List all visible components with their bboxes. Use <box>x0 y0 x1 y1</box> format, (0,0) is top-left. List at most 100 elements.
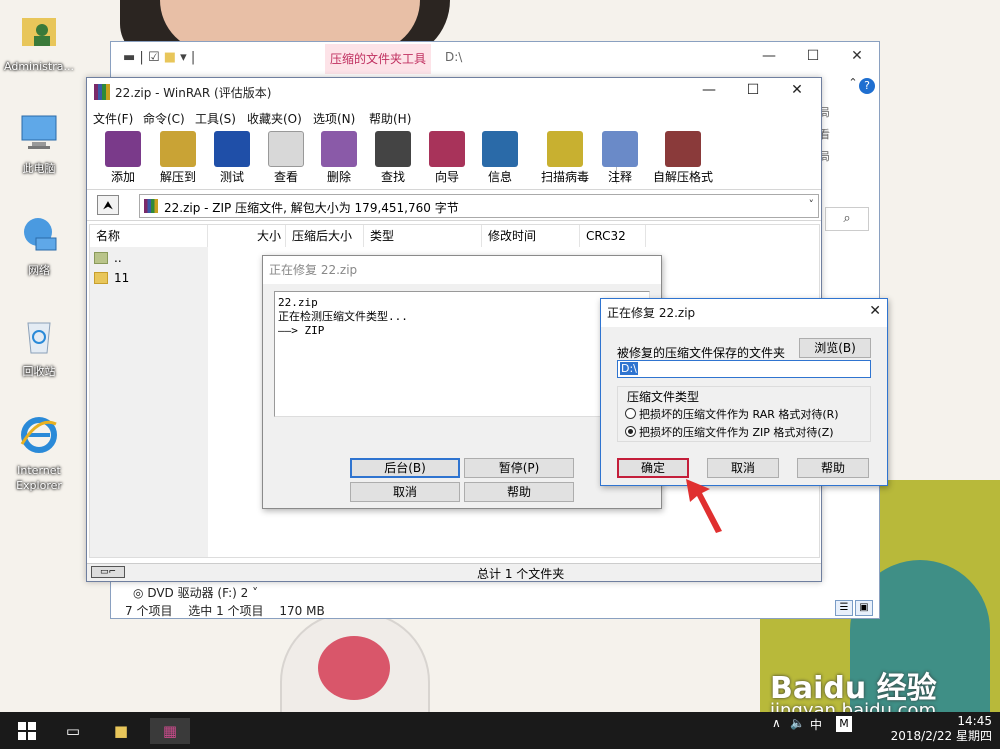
winrar-title: 22.zip - WinRAR (评估版本) <box>115 86 272 100</box>
tab-compressed-folder-tools[interactable]: 压缩的文件夹工具 <box>325 44 431 74</box>
ok-button[interactable]: 确定 <box>617 458 689 478</box>
user-folder-icon <box>22 18 56 46</box>
toolbar-sfx-button[interactable]: 自解压格式 <box>647 131 719 184</box>
repair-help-button[interactable]: 帮助 <box>797 458 869 478</box>
toolbar-comment-button[interactable]: 注释 <box>592 131 648 184</box>
red-arrow-annotation <box>686 479 722 533</box>
winrar-status-bar: ▭⌐ 总计 1 个文件夹 <box>87 563 821 581</box>
column-header-crc32[interactable]: CRC32 <box>580 225 646 247</box>
help-button[interactable]: 帮助 <box>464 482 574 502</box>
tray-up-chevron-icon[interactable]: ∧ <box>772 716 781 730</box>
minimize-button[interactable]: — <box>759 48 779 64</box>
delete-icon <box>321 131 357 167</box>
archive-icon <box>144 199 158 213</box>
desktop-icon-internet-explorer[interactable]: Internet Explorer <box>0 414 78 493</box>
toolbar-view-button[interactable]: 查看 <box>258 131 314 184</box>
list-item[interactable]: 11 <box>94 271 129 285</box>
winrar-toolbar: 添加 解压到 测试 查看 删除 查找 向导 信息 扫描病毒 注释 自解压格式 <box>87 128 821 190</box>
list-item[interactable]: .. <box>94 251 122 265</box>
winrar-icon: ▦ <box>162 722 178 740</box>
folder-icon: ■ <box>113 722 129 740</box>
winrar-minimize-button[interactable]: — <box>699 82 719 98</box>
toolbar-delete-button[interactable]: 删除 <box>311 131 367 184</box>
task-view-icon: ▭ <box>65 722 81 740</box>
properties-icon: ☑ <box>147 50 160 65</box>
volume-icon[interactable]: 🔈 <box>790 716 805 730</box>
destination-folder-input[interactable]: D:\ <box>617 360 871 378</box>
pause-button[interactable]: 暂停(P) <box>464 458 574 478</box>
toolbar-find-button[interactable]: 查找 <box>365 131 421 184</box>
winrar-maximize-button[interactable]: ☐ <box>743 82 763 98</box>
menu-favorites[interactable]: 收藏夹(O) <box>247 110 302 127</box>
browse-button[interactable]: 浏览(B) <box>799 338 871 358</box>
file-list-body: .. 11 <box>90 247 208 557</box>
toolbar-info-button[interactable]: 信息 <box>472 131 528 184</box>
sfx-icon <box>665 131 701 167</box>
comment-icon <box>602 131 638 167</box>
taskbar-file-explorer[interactable]: ■ <box>108 718 134 744</box>
explorer-titlebar: ▬ | ☑ ■ ▾ | 压缩的文件夹工具 D:\ — ☐ ✕ <box>111 42 879 74</box>
column-header-type[interactable]: 类型 <box>364 225 482 247</box>
archive-type-group-title: 压缩文件类型 <box>625 388 702 405</box>
desktop-icon-administrator[interactable]: Administra... <box>0 10 78 74</box>
menu-tools[interactable]: 工具(S) <box>195 110 236 127</box>
network-icon <box>24 218 57 251</box>
column-header-modified[interactable]: 修改时间 <box>482 225 580 247</box>
extract-icon <box>160 131 196 167</box>
winrar-titlebar: 22.zip - WinRAR (评估版本) — ☐ ✕ <box>87 78 821 106</box>
virus-scan-icon <box>547 131 583 167</box>
desktop-icon-recycle-bin[interactable]: 回收站 <box>0 315 78 379</box>
dvd-icon: ◎ <box>133 586 144 600</box>
toolbar-virus-scan-button[interactable]: 扫描病毒 <box>535 131 595 184</box>
chevron-down-icon[interactable]: ˅ <box>809 198 815 211</box>
large-icons-view-icon[interactable]: ▣ <box>855 600 873 616</box>
help-icon[interactable]: ? <box>859 78 875 94</box>
column-header-packed-size[interactable]: 压缩后大小 <box>286 225 364 247</box>
winrar-close-button[interactable]: ✕ <box>787 82 807 98</box>
system-clock[interactable]: 14:45 2018/2/22 星期四 <box>891 714 992 744</box>
ime-indicator[interactable]: 中 <box>810 716 822 733</box>
ime-mode-indicator[interactable]: M <box>836 716 852 732</box>
wallpaper-badge-logo <box>318 636 390 700</box>
desktop-icon-this-pc[interactable]: 此电脑 <box>0 112 78 176</box>
desktop-icon-network[interactable]: 网络 <box>0 214 78 278</box>
explorer-title-path: D:\ <box>445 50 463 64</box>
menu-file[interactable]: 文件(F) <box>93 110 133 127</box>
find-icon <box>375 131 411 167</box>
toolbar-add-button[interactable]: 添加 <box>95 131 151 184</box>
radio-treat-as-zip[interactable]: 把损坏的压缩文件作为 ZIP 格式对待(Z) <box>625 424 834 440</box>
nav-item-dvd-drive[interactable]: ◎ DVD 驱动器 (F:) 2 ˅ <box>133 584 258 601</box>
menu-commands[interactable]: 命令(C) <box>143 110 185 127</box>
drive-key-icon: ▭⌐ <box>91 566 125 578</box>
close-button[interactable]: ✕ <box>847 48 867 64</box>
toolbar-test-button[interactable]: 测试 <box>204 131 260 184</box>
background-button[interactable]: 后台(B) <box>350 458 460 478</box>
maximize-button[interactable]: ☐ <box>803 48 823 64</box>
up-folder-button[interactable]: ⮝ <box>97 195 119 215</box>
task-view-button[interactable]: ▭ <box>60 718 86 744</box>
search-icon[interactable]: ⌕ <box>825 207 869 231</box>
parent-folder-icon <box>94 252 108 264</box>
winrar-menubar: 文件(F) 命令(C) 工具(S) 收藏夹(O) 选项(N) 帮助(H) <box>87 106 821 128</box>
taskbar-winrar[interactable]: ▦ <box>150 718 190 744</box>
radio-treat-as-rar[interactable]: 把损坏的压缩文件作为 RAR 格式对待(R) <box>625 406 839 422</box>
folder-icon: ■ <box>163 50 177 65</box>
details-view-icon[interactable]: ☰ <box>835 600 853 616</box>
menu-options[interactable]: 选项(N) <box>313 110 355 127</box>
info-icon <box>482 131 518 167</box>
toolbar-extract-button[interactable]: 解压到 <box>150 131 206 184</box>
column-header-name[interactable]: 名称 <box>90 225 208 247</box>
progress-dialog-title: 正在修复 22.zip <box>263 256 661 284</box>
quick-access-toolbar[interactable]: ▬ | ☑ ■ ▾ | <box>123 50 195 65</box>
column-header-size[interactable]: 大小 <box>208 225 286 247</box>
menu-help[interactable]: 帮助(H) <box>369 110 411 127</box>
toolbar-wizard-button[interactable]: 向导 <box>419 131 475 184</box>
windows-logo-icon <box>18 722 36 740</box>
computer-icon <box>21 115 57 149</box>
start-button[interactable] <box>14 718 40 744</box>
archive-path-dropdown[interactable]: 22.zip - ZIP 压缩文件, 解包大小为 179,451,760 字节 … <box>139 194 819 218</box>
explorer-status-bar: 7 个项目 选中 1 个项目 170 MB <box>125 604 325 618</box>
cancel-button[interactable]: 取消 <box>350 482 460 502</box>
internet-explorer-icon <box>20 417 57 453</box>
close-icon[interactable]: ✕ <box>869 303 881 319</box>
